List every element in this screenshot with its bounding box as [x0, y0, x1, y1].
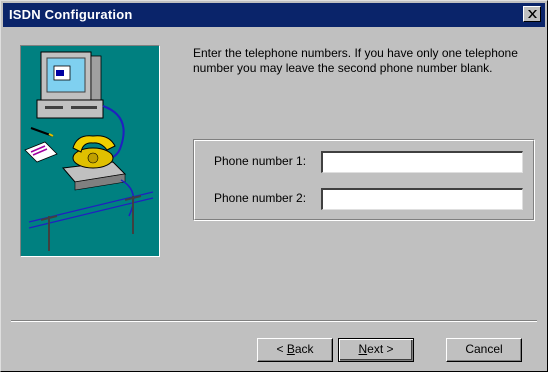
phone-number-1-input[interactable] [321, 151, 523, 173]
title-bar[interactable]: ISDN Configuration [3, 3, 545, 27]
next-button[interactable]: Next > [338, 338, 414, 362]
instructions-text: Enter the telephone numbers. If you have… [193, 46, 518, 75]
close-icon [528, 10, 537, 18]
button-separator [11, 320, 537, 322]
phone-numbers-group: Phone number 1: Phone number 2: [193, 139, 535, 221]
isdn-configuration-dialog: ISDN Configuration Enter the telephone n… [0, 0, 548, 372]
phone-number-1-label: Phone number 1: [214, 154, 307, 168]
phone-number-2-label: Phone number 2: [214, 191, 307, 205]
back-button[interactable]: < Back [257, 338, 333, 362]
cancel-button[interactable]: Cancel [446, 338, 522, 362]
close-button[interactable] [523, 6, 541, 22]
computer-and-isdn-telephone-illustration [20, 45, 160, 257]
phone-number-2-input[interactable] [321, 188, 523, 210]
window-title: ISDN Configuration [9, 7, 133, 22]
